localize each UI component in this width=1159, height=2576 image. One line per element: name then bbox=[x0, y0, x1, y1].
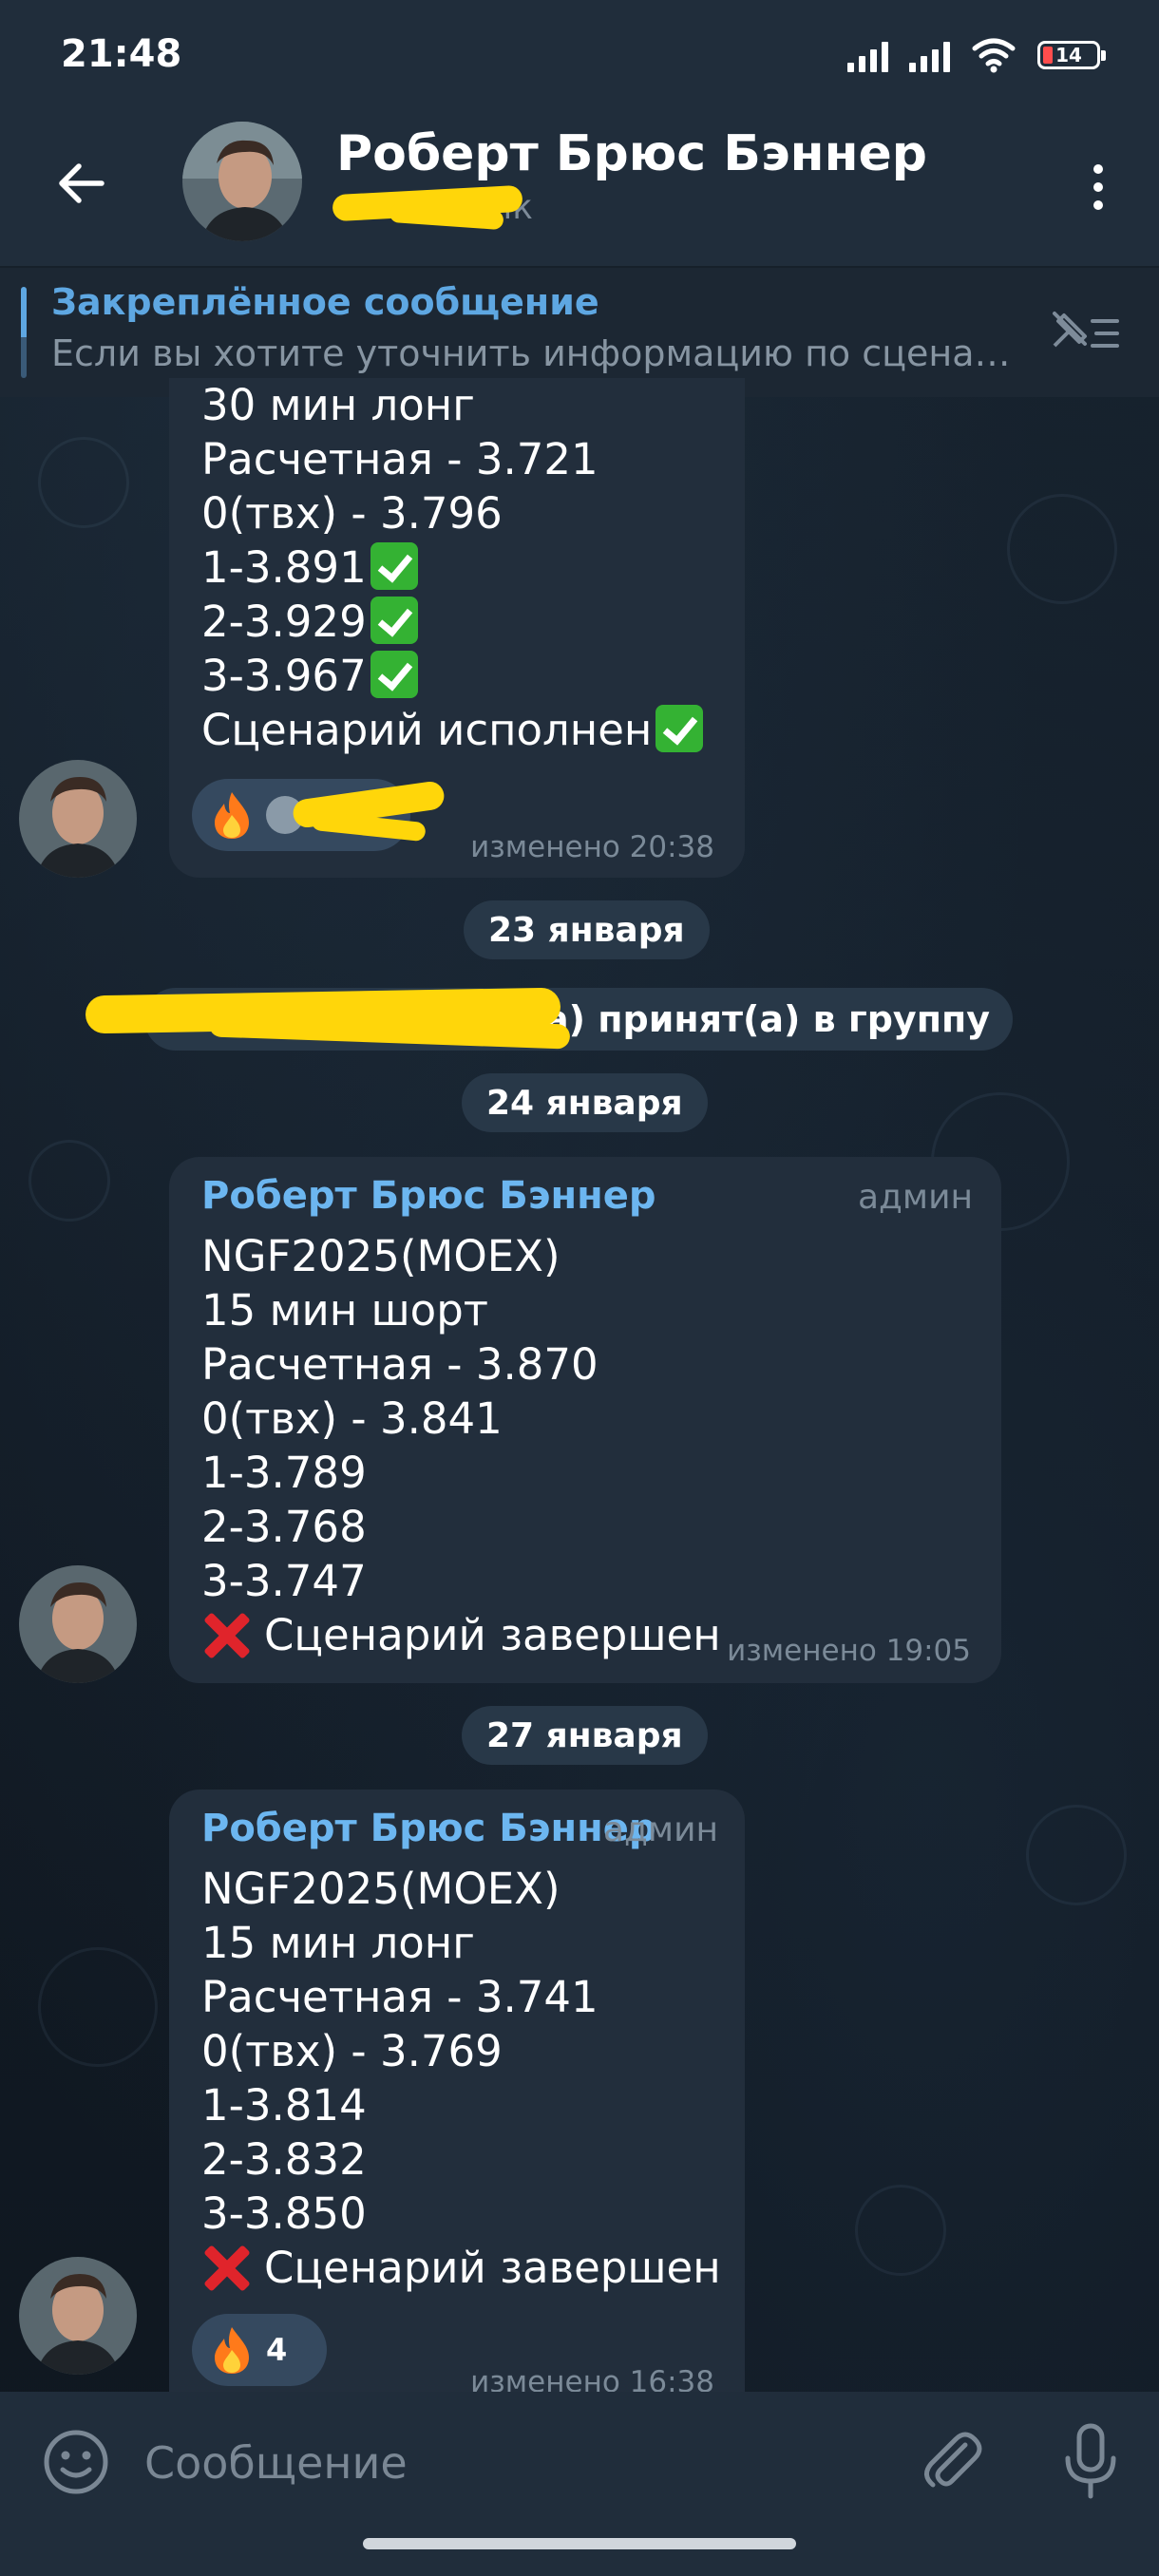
pinned-text: Если вы хотите уточнить информацию по сц… bbox=[51, 332, 1030, 374]
sender-role: админ bbox=[857, 1178, 973, 1217]
sender-name[interactable]: Роберт Брюс Бэннер bbox=[201, 1174, 656, 1218]
message-line: 1-3.891 bbox=[201, 540, 703, 595]
message-line: NGF2025(MOEX) bbox=[201, 1864, 560, 1914]
message-line: 0(твх) - 3.769 bbox=[201, 2026, 503, 2076]
fire-emoji-icon bbox=[215, 792, 249, 839]
reaction-chip[interactable]: 4 bbox=[192, 2314, 327, 2386]
pinned-title: Закреплённое сообщение bbox=[51, 281, 599, 323]
sender-role: админ bbox=[602, 1810, 718, 1849]
message-line: 3-3.850 bbox=[201, 2188, 367, 2239]
message-line: NGF2025(MOEX) bbox=[201, 1231, 560, 1281]
smiley-icon bbox=[44, 2430, 108, 2494]
pin-list-icon bbox=[1053, 312, 1119, 348]
emoji-button[interactable] bbox=[42, 2428, 110, 2496]
status-time: 21:48 bbox=[61, 32, 182, 76]
message-line: Сценарий завершен bbox=[201, 1608, 721, 1662]
wifi-icon bbox=[972, 38, 1016, 73]
message-line: 15 мин лонг bbox=[201, 1918, 475, 1968]
message-line: Расчетная - 3.721 bbox=[201, 434, 598, 484]
cross-mark-icon bbox=[201, 2243, 251, 2292]
sender-avatar[interactable] bbox=[19, 2257, 137, 2375]
message-meta: изменено 19:05 bbox=[727, 1634, 971, 1668]
back-button[interactable] bbox=[48, 150, 114, 217]
microphone-button[interactable] bbox=[1056, 2422, 1125, 2502]
sender-avatar[interactable] bbox=[19, 760, 137, 878]
pinned-indicator bbox=[21, 287, 27, 378]
signal-icon-2 bbox=[909, 38, 950, 72]
message-line: 2-3.929 bbox=[201, 595, 703, 649]
message-line: 0(твх) - 3.796 bbox=[201, 488, 503, 539]
sender-avatar[interactable] bbox=[19, 1565, 137, 1683]
message-bubble[interactable]: Роберт Брюс Бэннер админ NGF2025(MOEX) 1… bbox=[169, 1790, 745, 2399]
message-meta: изменено 20:38 bbox=[470, 830, 714, 864]
date-separator: 24 января bbox=[462, 1073, 708, 1132]
check-mark-icon bbox=[370, 597, 418, 644]
pinned-list-button[interactable] bbox=[1047, 300, 1123, 367]
message-line: Сценарий завершен bbox=[201, 2241, 721, 2295]
chat-header: Роберт Брюс Бэннер щик bbox=[0, 112, 1159, 266]
header-avatar[interactable] bbox=[182, 122, 302, 241]
message-line: 3-3.967 bbox=[201, 649, 703, 703]
message-line: 0(твх) - 3.841 bbox=[201, 1393, 503, 1444]
message-bubble[interactable]: Роберт Брюс Бэннер админ NGF2025(MOEX) 1… bbox=[169, 1157, 1001, 1683]
cross-mark-icon bbox=[201, 1610, 251, 1659]
check-mark-icon bbox=[656, 705, 704, 752]
message-line: 2-3.768 bbox=[201, 1502, 367, 1552]
fire-emoji-icon bbox=[215, 2327, 249, 2374]
message-line: 2-3.832 bbox=[201, 2134, 367, 2185]
message-line: 15 мин шорт bbox=[201, 1285, 488, 1335]
arrow-left-icon bbox=[59, 163, 104, 203]
attach-button[interactable] bbox=[916, 2426, 988, 2498]
message-input[interactable] bbox=[142, 2428, 868, 2498]
date-separator: 23 января bbox=[464, 900, 710, 959]
message-bubble[interactable]: 30 мин лонг Расчетная - 3.721 0(твх) - 3… bbox=[169, 378, 745, 878]
message-line: 30 мин лонг bbox=[201, 380, 475, 430]
chat-title[interactable]: Роберт Брюс Бэннер bbox=[336, 125, 927, 182]
more-menu-button[interactable] bbox=[1070, 154, 1127, 220]
status-icons: 14 bbox=[847, 34, 1106, 76]
message-line: 3-3.747 bbox=[201, 1556, 367, 1606]
message-line: Расчетная - 3.741 bbox=[201, 1972, 598, 2022]
reaction-count: 4 bbox=[266, 2332, 288, 2368]
check-mark-icon bbox=[370, 651, 418, 698]
message-line: 1-3.814 bbox=[201, 2080, 367, 2131]
signal-icon bbox=[847, 38, 888, 72]
home-indicator[interactable] bbox=[363, 2538, 796, 2549]
message-line: Сценарий исполнен bbox=[201, 703, 704, 757]
message-line: 1-3.789 bbox=[201, 1448, 367, 1498]
paperclip-icon bbox=[924, 2432, 982, 2488]
check-mark-icon bbox=[370, 542, 418, 590]
microphone-icon bbox=[1065, 2423, 1116, 2499]
battery-icon: 14 bbox=[1037, 41, 1106, 69]
status-bar: 21:48 14 bbox=[0, 0, 1159, 112]
message-line: Расчетная - 3.870 bbox=[201, 1339, 598, 1390]
date-separator: 27 января bbox=[462, 1706, 708, 1765]
sender-name[interactable]: Роберт Брюс Бэннер bbox=[201, 1807, 656, 1850]
